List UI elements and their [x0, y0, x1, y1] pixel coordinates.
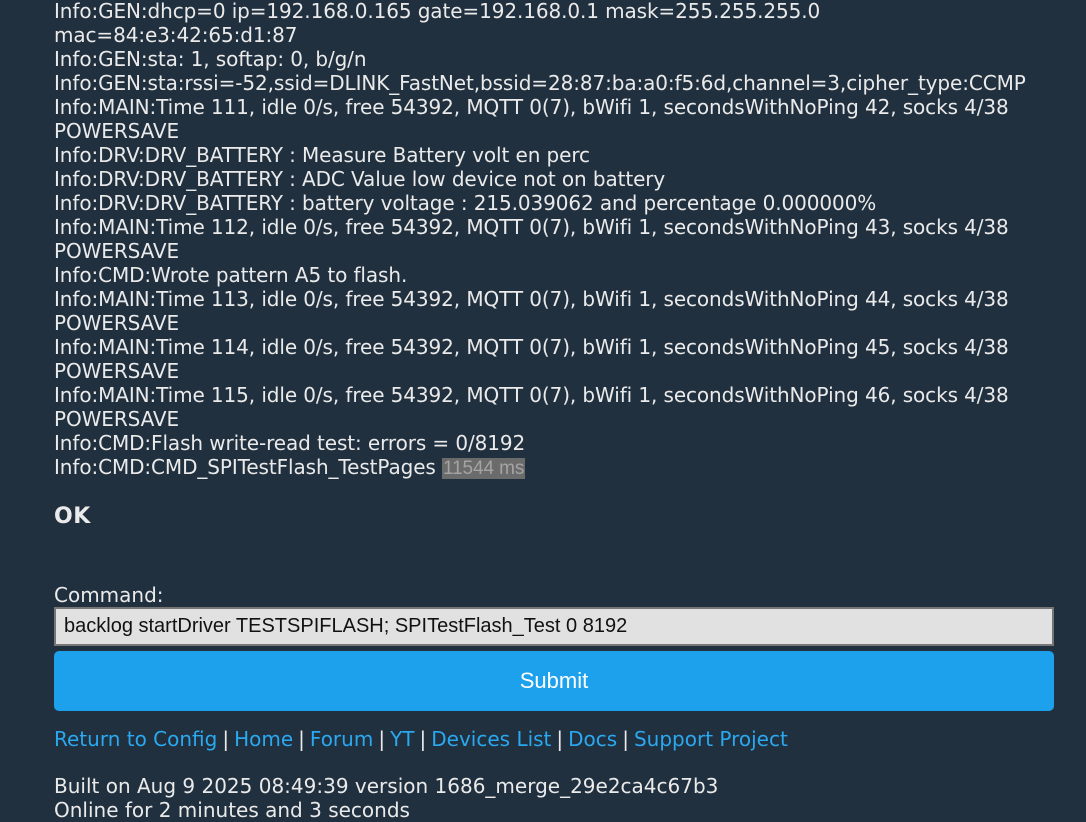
log-line: Info:DRV:DRV_BATTERY : battery voltage :… — [54, 191, 877, 215]
log-line: Info:MAIN:Time 115, idle 0/s, free 54392… — [54, 383, 1009, 407]
link-support-project[interactable]: Support Project — [634, 727, 788, 751]
link-separator: | — [222, 727, 230, 751]
link-return-to-config[interactable]: Return to Config — [54, 727, 217, 751]
log-line: Info:MAIN:Time 112, idle 0/s, free 54392… — [54, 215, 1009, 239]
log-line-last: Info:CMD:CMD_SPITestFlash_TestPages 1154… — [54, 455, 1084, 479]
nav-links: Return to Config | Home | Forum | YT | Devices L… — [54, 727, 1084, 751]
submit-button[interactable]: Submit — [54, 651, 1054, 711]
command-input[interactable] — [54, 607, 1054, 646]
build-info: Built on Aug 9 2025 08:49:39 version 168… — [54, 774, 719, 798]
elapsed-time-badge: 11544 ms — [442, 458, 526, 479]
log-output: Info:GEN:dhcp=0 ip=192.168.0.165 gate=19… — [54, 0, 1084, 479]
uptime-info: Online for 2 minutes and 3 seconds — [54, 798, 410, 822]
link-separator: | — [378, 727, 386, 751]
log-line: mac=84:e3:42:65:d1:87 — [54, 23, 298, 47]
result-status: OK — [54, 504, 91, 529]
log-line: Info:GEN:sta: 1, softap: 0, b/g/n — [54, 47, 367, 71]
link-separator: | — [556, 727, 564, 751]
log-line: POWERSAVE — [54, 359, 179, 383]
log-line: Info:GEN:sta:rssi=-52,ssid=DLINK_FastNet… — [54, 71, 1026, 95]
log-line: POWERSAVE — [54, 239, 179, 263]
log-last-text: Info:CMD:CMD_SPITestFlash_TestPages — [54, 455, 436, 479]
log-line: POWERSAVE — [54, 311, 179, 335]
link-separator: | — [622, 727, 629, 751]
command-label: Command: — [54, 583, 164, 607]
log-line: Info:CMD:Flash write-read test: errors =… — [54, 431, 526, 455]
link-home[interactable]: Home — [234, 727, 293, 751]
footer: Built on Aug 9 2025 08:49:39 version 168… — [54, 774, 1084, 822]
log-line: Info:DRV:DRV_BATTERY : ADC Value low dev… — [54, 167, 666, 191]
link-separator: | — [298, 727, 305, 751]
log-line: POWERSAVE — [54, 119, 179, 143]
link-separator: | — [419, 727, 427, 751]
log-line: Info:DRV:DRV_BATTERY : Measure Battery v… — [54, 143, 590, 167]
log-line: Info:MAIN:Time 111, idle 0/s, free 54392… — [54, 95, 1009, 119]
log-line: Info:MAIN:Time 113, idle 0/s, free 54392… — [54, 287, 1009, 311]
log-line: Info:CMD:Wrote pattern A5 to flash. — [54, 263, 408, 287]
link-docs[interactable]: Docs — [568, 727, 617, 751]
link-devices-list[interactable]: Devices List — [431, 727, 551, 751]
log-line: Info:MAIN:Time 114, idle 0/s, free 54392… — [54, 335, 1009, 359]
log-line: POWERSAVE — [54, 407, 179, 431]
page-content: Info:GEN:dhcp=0 ip=192.168.0.165 gate=19… — [54, 0, 1084, 822]
link-forum[interactable]: Forum — [310, 727, 373, 751]
log-line: Info:GEN:dhcp=0 ip=192.168.0.165 gate=19… — [54, 0, 821, 23]
link-yt[interactable]: YT — [390, 727, 414, 751]
